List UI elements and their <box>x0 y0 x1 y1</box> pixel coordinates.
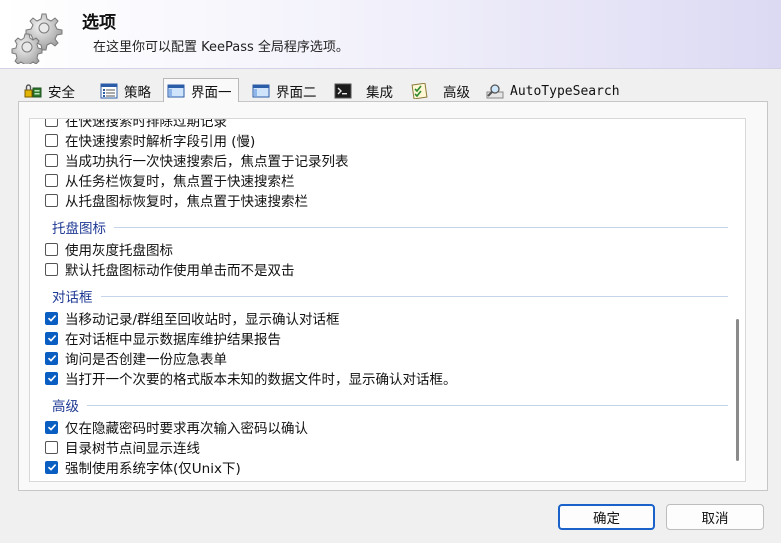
group-divider <box>114 226 728 228</box>
magnifier-icon <box>486 84 504 99</box>
checkbox-checked[interactable] <box>45 331 58 345</box>
gears-icon <box>11 13 63 64</box>
list-item[interactable]: 询问是否创建一份应急表单 <box>30 348 227 368</box>
group-divider <box>87 404 728 406</box>
list-item[interactable]: 当打开一个次要的格式版本未知的数据文件时，显示确认对话框。 <box>30 368 457 388</box>
tab-interface-one[interactable]: 界面一 <box>163 78 239 102</box>
list-item[interactable]: 在快速搜索时排除过期记录 <box>30 119 227 130</box>
checkbox[interactable] <box>45 153 58 167</box>
window-icon <box>167 84 185 97</box>
checkbox[interactable] <box>45 440 58 454</box>
tab-integration[interactable]: 集成 <box>334 80 393 102</box>
list-item[interactable]: 在对话框中显示数据库维护结果报告 <box>30 328 281 348</box>
tab-advanced[interactable]: 高级 <box>411 80 470 102</box>
list-item[interactable]: 当移动记录/群组至回收站时，显示确认对话框 <box>30 308 340 328</box>
group-header-advanced: 高级 <box>52 396 728 415</box>
window-icon <box>252 84 270 98</box>
tab-page-interface-one: 在快速搜索时排除过期记录 在快速搜索时解析字段引用 (慢) 当成功执行一次快速搜… <box>18 101 768 491</box>
policy-list-icon <box>100 83 118 99</box>
list-item[interactable]: 当成功执行一次快速搜索后，焦点置于记录列表 <box>30 150 349 170</box>
tab-autotypesearch[interactable]: AutoTypeSearch <box>486 80 620 102</box>
dialog-subtitle: 在这里你可以配置 KeePass 全局程序选项。 <box>93 40 349 55</box>
vertical-scrollbar[interactable] <box>734 119 740 481</box>
checkbox[interactable] <box>45 133 58 147</box>
options-list[interactable]: 在快速搜索时排除过期记录 在快速搜索时解析字段引用 (慢) 当成功执行一次快速搜… <box>29 118 746 482</box>
checkbox[interactable] <box>45 173 58 187</box>
list-item[interactable]: 在快速搜索时解析字段引用 (慢) <box>30 130 255 150</box>
group-header-dialogs: 对话框 <box>52 287 728 306</box>
tab-label: 界面一 <box>191 84 232 101</box>
checklist-icon <box>411 83 428 99</box>
dialog-title: 选项 <box>82 13 116 33</box>
tab-label: 高级 <box>443 85 470 101</box>
list-item[interactable]: 从托盘图标恢复时，焦点置于快速搜索栏 <box>30 190 308 210</box>
ok-button[interactable]: 确定 <box>558 504 655 530</box>
list-item[interactable]: 仅在隐藏密码时要求再次输入密码以确认 <box>30 417 308 437</box>
group-divider <box>100 295 728 297</box>
tab-interface-two[interactable]: 界面二 <box>252 80 317 102</box>
checkbox-checked[interactable] <box>45 351 58 365</box>
tab-label: AutoTypeSearch <box>510 83 620 99</box>
cancel-button[interactable]: 取消 <box>666 504 764 530</box>
list-item[interactable]: 默认托盘图标动作使用单击而不是双击 <box>30 259 295 279</box>
checkbox[interactable] <box>45 193 58 207</box>
tab-label: 安全 <box>48 85 75 101</box>
tab-label: 策略 <box>124 85 151 101</box>
console-icon <box>334 83 352 99</box>
checkbox[interactable] <box>45 262 58 276</box>
tab-strip: 安全 策略 界面一 界面二 集成 高级 AutoTypeSearch <box>18 78 768 102</box>
scrollbar-thumb[interactable] <box>736 319 739 461</box>
list-item[interactable]: 强制使用系统字体(仅Unix下) <box>30 457 241 477</box>
checkbox-checked[interactable] <box>45 460 58 474</box>
group-header-tray: 托盘图标 <box>52 218 728 237</box>
checkbox[interactable] <box>45 119 58 127</box>
tab-label: 界面二 <box>276 85 317 101</box>
checkbox-checked[interactable] <box>45 311 58 325</box>
dialog-header: 选项 在这里你可以配置 KeePass 全局程序选项。 <box>0 0 781 69</box>
tab-policy[interactable]: 策略 <box>100 80 151 102</box>
list-item[interactable]: 从任务栏恢复时，焦点置于快速搜索栏 <box>30 170 295 190</box>
list-item[interactable]: 目录树节点间显示连线 <box>30 437 200 457</box>
tab-label: 集成 <box>366 85 393 101</box>
checkbox-checked[interactable] <box>45 420 58 434</box>
list-item[interactable]: 使用灰度托盘图标 <box>30 239 173 259</box>
tab-security[interactable]: 安全 <box>24 80 75 102</box>
checkbox-checked[interactable] <box>45 371 58 385</box>
security-icon <box>24 84 42 98</box>
checkbox[interactable] <box>45 242 58 256</box>
